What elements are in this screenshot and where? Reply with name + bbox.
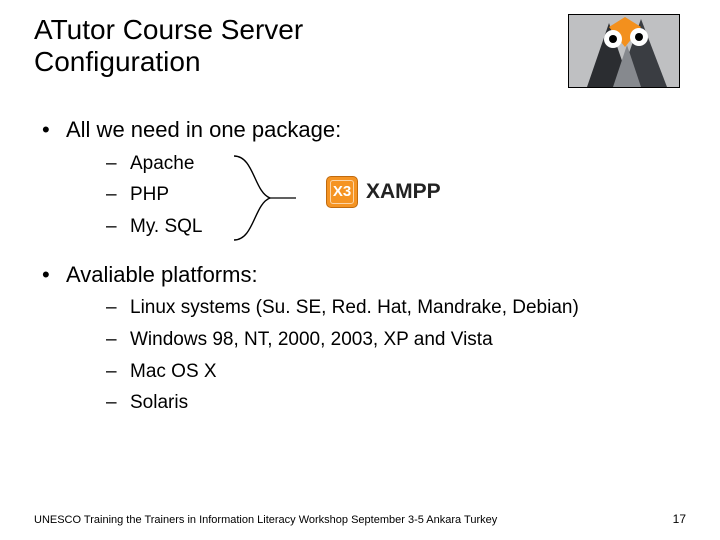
slide-footer: UNESCO Training the Trainers in Informat… (34, 512, 686, 526)
package-row: Apache PHP My. SQL X3 XAMPP (66, 150, 684, 241)
title-row: ATutor Course Server Configuration (0, 0, 720, 88)
corner-logo (568, 14, 680, 88)
slide: ATutor Course Server Configuration All w… (0, 0, 720, 540)
xampp-text: XAMPP (366, 177, 441, 207)
bullet-label: All we need in one package: (66, 117, 341, 142)
page-number: 17 (673, 512, 686, 526)
sub-item: Mac OS X (66, 358, 684, 386)
xampp-icon: X3 (326, 176, 358, 208)
sub-item: Solaris (66, 389, 684, 417)
bullet-package: All we need in one package: Apache PHP M… (36, 114, 684, 241)
slide-title: ATutor Course Server Configuration (34, 14, 454, 78)
slide-body: All we need in one package: Apache PHP M… (0, 88, 720, 417)
main-bullet-list: All we need in one package: Apache PHP M… (36, 114, 684, 417)
bullet-label: Avaliable platforms: (66, 262, 258, 287)
xampp-icon-glyph: X3 (333, 184, 351, 199)
sub-item: Windows 98, NT, 2000, 2003, XP and Vista (66, 326, 684, 354)
bullet-platforms: Avaliable platforms: Linux systems (Su. … (36, 259, 684, 417)
sub-item: My. SQL (66, 213, 684, 241)
sub-item: Linux systems (Su. SE, Red. Hat, Mandrak… (66, 294, 684, 322)
footer-text: UNESCO Training the Trainers in Informat… (34, 514, 497, 526)
owl-logo-svg (569, 15, 679, 87)
xampp-logo: X3 XAMPP (326, 176, 441, 208)
sub-item: Apache (66, 150, 684, 178)
brace-icon (226, 152, 316, 244)
platforms-sublist: Linux systems (Su. SE, Red. Hat, Mandrak… (66, 294, 684, 416)
